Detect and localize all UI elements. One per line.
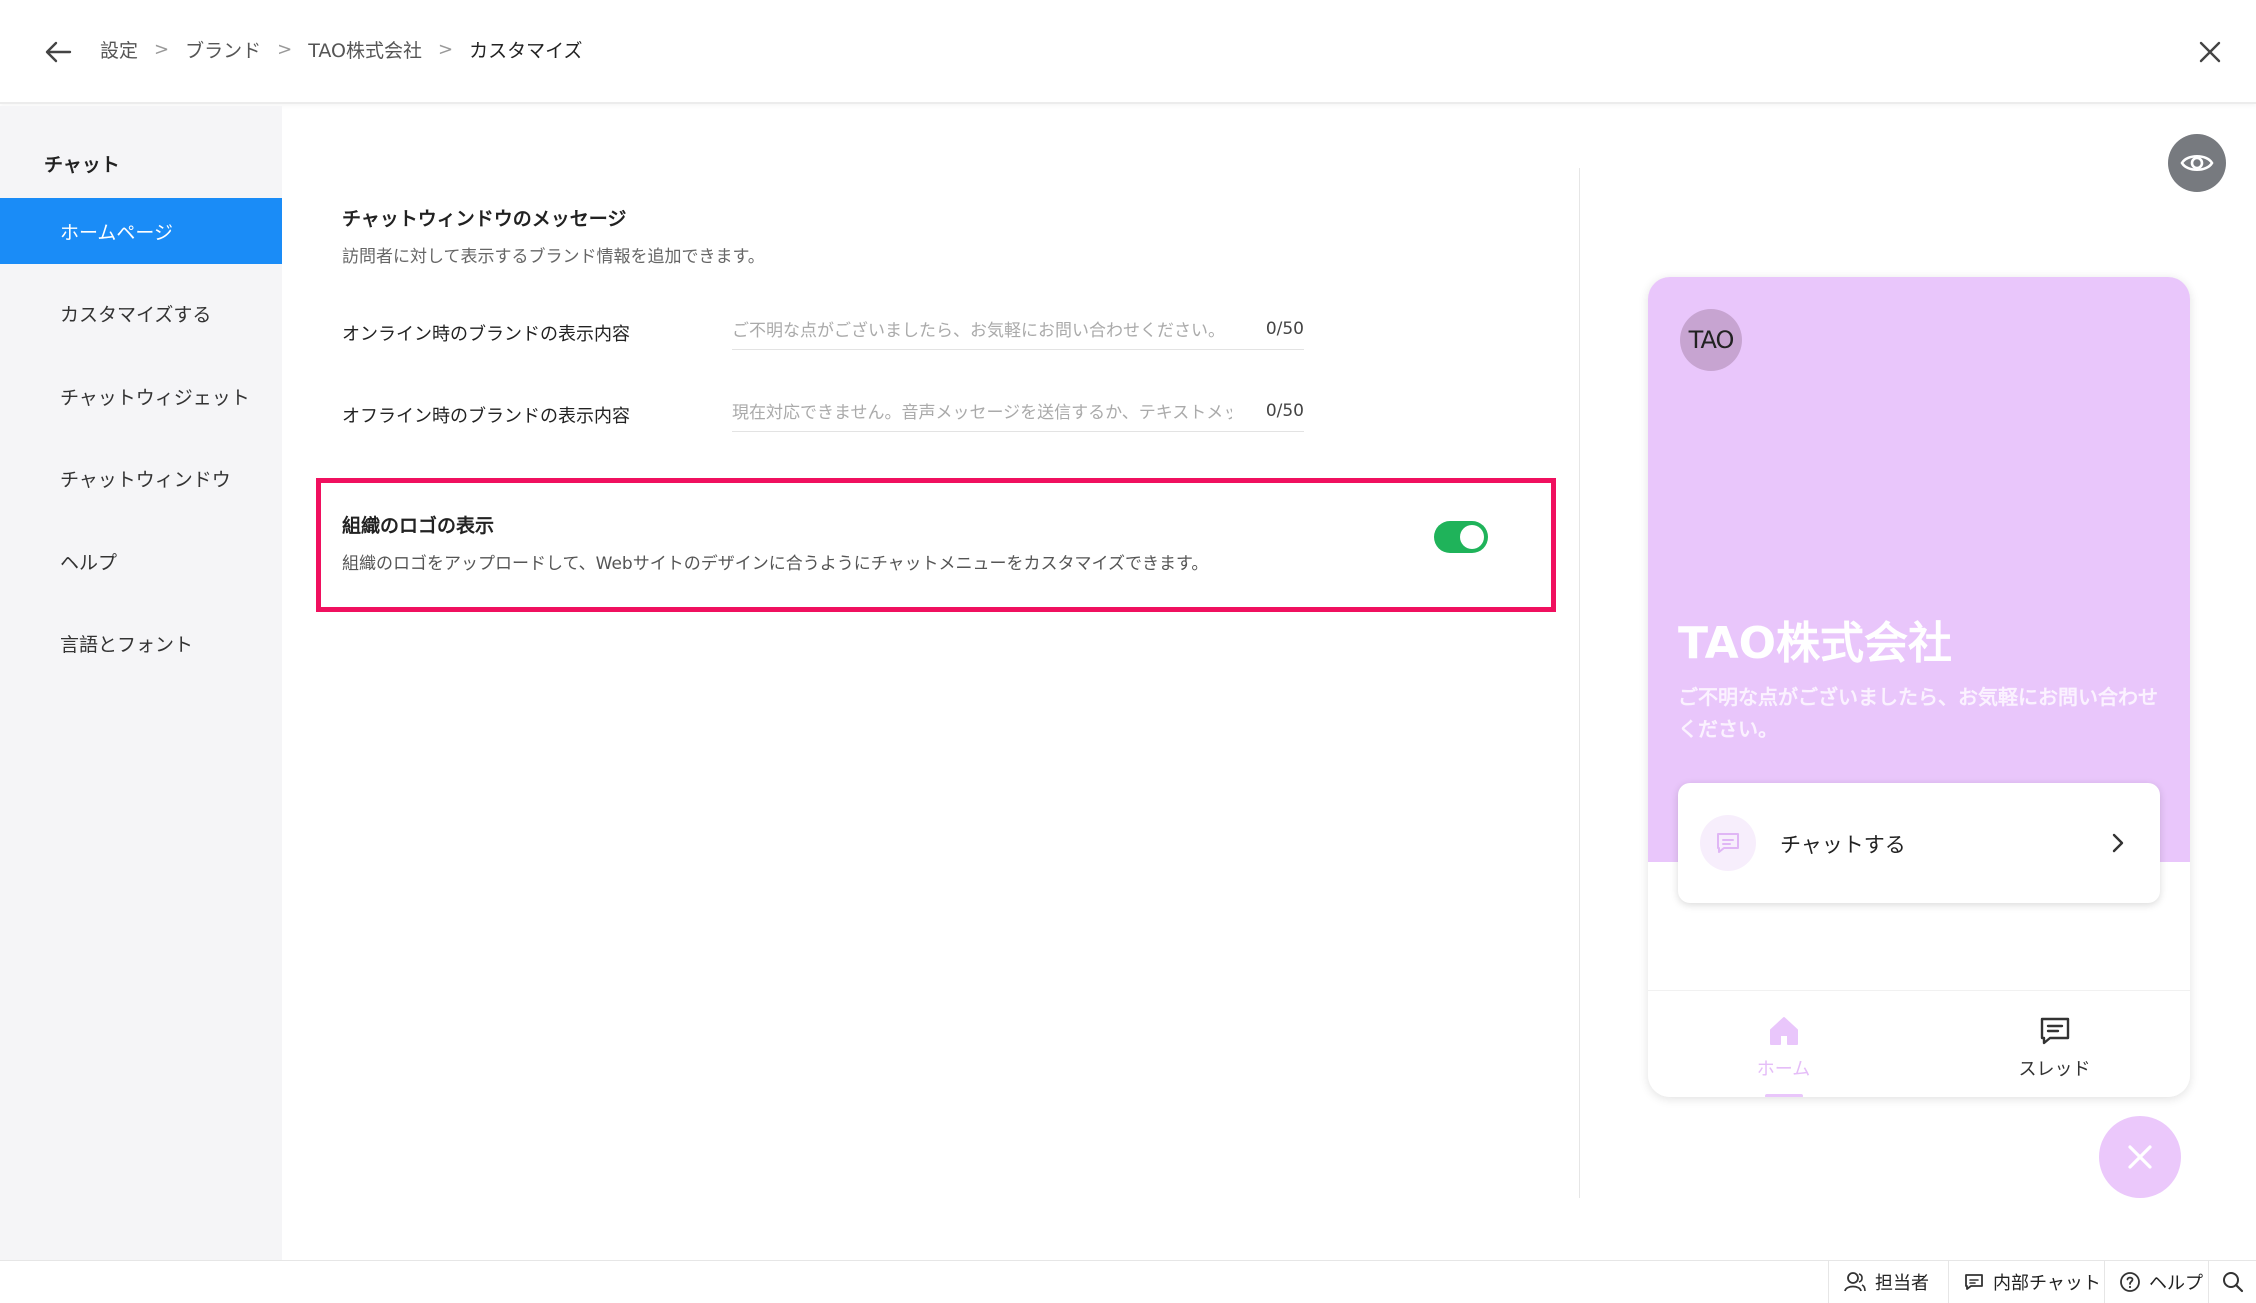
online-message-input[interactable]: ご不明な点がございましたら、お気軽にお問い合わせください。 0/50 bbox=[732, 308, 1304, 350]
offline-message-placeholder: 現在対応できません。音声メッセージを送信するか、テキストメッ bbox=[732, 403, 1232, 423]
preview-message: ご不明な点がございましたら、お気軽にお問い合わせください。 bbox=[1678, 685, 2158, 741]
preview-eye-button[interactable] bbox=[2168, 134, 2226, 192]
active-tab-indicator bbox=[1764, 1094, 1803, 1097]
breadcrumb-separator-icon: > bbox=[277, 39, 293, 60]
breadcrumb-separator-icon: > bbox=[437, 39, 454, 60]
sidebar-item-chat-window[interactable]: チャットウィンドウ bbox=[0, 445, 282, 511]
preview-tab-thread[interactable]: スレッド bbox=[1919, 991, 2190, 1097]
breadcrumb-separator-icon: > bbox=[154, 39, 170, 60]
preview-avatar: TAO bbox=[1680, 309, 1742, 371]
footer-internal-chat-button[interactable]: 内部チャット bbox=[1948, 1261, 2115, 1303]
offline-message-label: オフライン時のブランドの表示内容 bbox=[342, 406, 630, 427]
sidebar-item-help[interactable]: ヘルプ bbox=[0, 528, 282, 594]
breadcrumb-brand[interactable]: ブランド bbox=[185, 36, 261, 63]
footer-internal-chat-label: 内部チャット bbox=[1993, 1273, 2101, 1294]
section-title: チャットウィンドウのメッセージ bbox=[342, 208, 627, 230]
footer-search-button[interactable] bbox=[2208, 1261, 2256, 1303]
logo-display-title: 組織のロゴの表示 bbox=[342, 515, 495, 537]
preview-close-fab[interactable] bbox=[2099, 1116, 2181, 1198]
preview-tab-home-label: ホーム bbox=[1756, 1059, 1811, 1080]
online-message-char-count: 0/50 bbox=[1265, 318, 1304, 339]
online-message-placeholder: ご不明な点がございましたら、お気軽にお問い合わせください。 bbox=[732, 321, 1225, 341]
chat-bubble-icon bbox=[1965, 1274, 1983, 1290]
offline-message-input[interactable]: 現在対応できません。音声メッセージを送信するか、テキストメッ 0/50 bbox=[732, 390, 1304, 432]
preview-company-name: TAO株式会社 bbox=[1678, 618, 1953, 669]
logo-display-description: 組織のロゴをアップロードして、Webサイトのデザインに合うようにチャットメニュー… bbox=[342, 554, 1209, 574]
breadcrumb: 設定 > ブランド > TAO株式会社 > カスタマイズ bbox=[100, 36, 583, 63]
footer-agents-label: 担当者 bbox=[1875, 1273, 1929, 1294]
sidebar-item-homepage[interactable]: ホームページ bbox=[0, 198, 282, 264]
sidebar: チャット ホームページ カスタマイズする チャットウィジェット チャットウィンド… bbox=[0, 106, 282, 1260]
sidebar-item-language-font[interactable]: 言語とフォント bbox=[0, 610, 282, 676]
preview-chat-button[interactable]: チャットする bbox=[1678, 783, 2160, 903]
preview-tab-thread-label: スレッド bbox=[2018, 1059, 2091, 1080]
eye-icon bbox=[2180, 154, 2214, 172]
person-icon bbox=[1844, 1272, 1866, 1292]
footer-help-button[interactable]: ヘルプ bbox=[2104, 1261, 2217, 1303]
preview-chat-button-label: チャットする bbox=[1780, 833, 1906, 857]
back-arrow-icon[interactable] bbox=[40, 34, 76, 70]
logo-display-setting: 組織のロゴの表示 組織のロゴをアップロードして、Webサイトのデザインに合うよう… bbox=[316, 478, 1556, 612]
offline-message-char-count: 0/50 bbox=[1265, 400, 1304, 421]
sidebar-heading: チャット bbox=[44, 154, 120, 176]
logo-display-toggle[interactable] bbox=[1434, 521, 1488, 553]
top-bar: 設定 > ブランド > TAO株式会社 > カスタマイズ bbox=[0, 0, 2256, 104]
thread-icon bbox=[2040, 1017, 2069, 1045]
preview-header: TAO TAO株式会社 ご不明な点がございましたら、お気軽にお問い合わせください… bbox=[1648, 277, 2190, 862]
search-icon bbox=[2222, 1272, 2243, 1293]
sidebar-item-customize[interactable]: カスタマイズする bbox=[0, 280, 282, 346]
panel-divider bbox=[1579, 168, 1580, 1198]
breadcrumb-current: カスタマイズ bbox=[469, 40, 583, 62]
close-icon[interactable] bbox=[2194, 36, 2226, 68]
sidebar-item-chat-widget[interactable]: チャットウィジェット bbox=[0, 363, 282, 429]
chat-preview: TAO TAO株式会社 ご不明な点がございましたら、お気軽にお問い合わせください… bbox=[1648, 277, 2190, 1097]
main-content: チャットウィンドウのメッセージ 訪問者に対して表示するブランド情報を追加できます… bbox=[282, 106, 1582, 1260]
breadcrumb-settings[interactable]: 設定 bbox=[100, 36, 138, 63]
home-icon bbox=[1769, 1017, 1798, 1045]
online-message-label: オンライン時のブランドの表示内容 bbox=[342, 324, 630, 345]
preview-tab-home[interactable]: ホーム bbox=[1648, 991, 1919, 1097]
toggle-knob bbox=[1460, 525, 1484, 549]
help-circle-icon bbox=[2120, 1272, 2140, 1292]
footer-bar: 担当者 内部チャット ヘルプ bbox=[0, 1260, 2256, 1303]
section-description: 訪問者に対して表示するブランド情報を追加できます。 bbox=[342, 247, 765, 267]
footer-agents-button[interactable]: 担当者 bbox=[1828, 1261, 1943, 1303]
breadcrumb-company[interactable]: TAO株式会社 bbox=[308, 36, 422, 63]
preview-tab-bar: ホーム スレッド bbox=[1648, 990, 2190, 1097]
close-icon bbox=[2128, 1145, 2152, 1169]
footer-help-label: ヘルプ bbox=[2149, 1273, 2203, 1294]
chat-bubble-icon bbox=[1700, 815, 1756, 871]
chevron-right-icon bbox=[2112, 833, 2124, 853]
